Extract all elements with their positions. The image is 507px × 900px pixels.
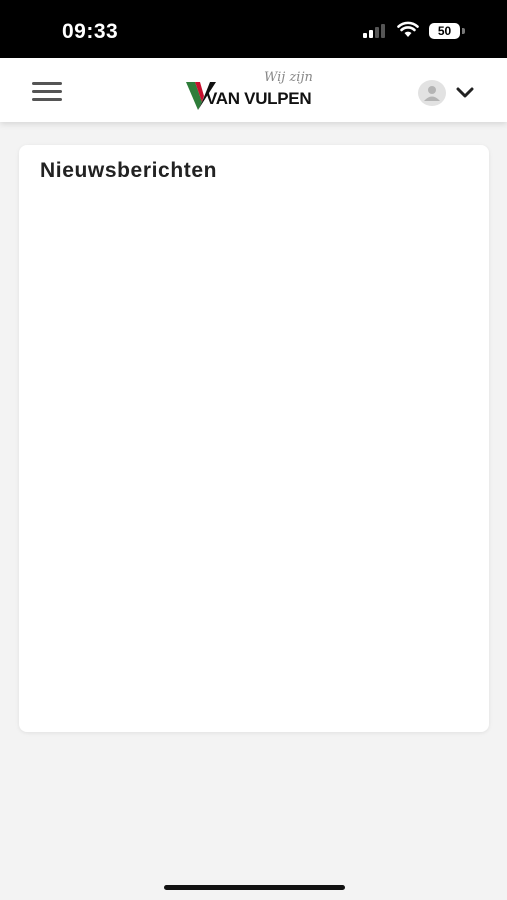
battery-cap [462,28,465,34]
app-header: VAN VULPEN Wij zijn [0,58,507,122]
home-indicator[interactable] [164,885,345,890]
news-card-title: Nieuwsberichten [40,159,218,182]
hamburger-menu-icon[interactable] [32,82,62,102]
user-avatar-icon[interactable] [418,80,446,106]
chevron-down-icon[interactable] [456,87,474,99]
signal-icon [363,24,389,38]
battery-icon: 50 [429,23,460,39]
status-time: 09:33 [62,20,119,43]
wifi-icon [397,21,419,37]
news-card: Nieuwsberichten [19,145,489,732]
van-vulpen-logo[interactable]: VAN VULPEN Wij zijn [186,70,326,114]
battery-level: 50 [437,24,452,38]
status-bar: 09:33 50 [0,0,507,58]
logo-tagline: Wij zijn [264,70,313,85]
account-menu[interactable] [418,80,478,106]
logo-brand-text: VAN VULPEN [206,89,312,108]
